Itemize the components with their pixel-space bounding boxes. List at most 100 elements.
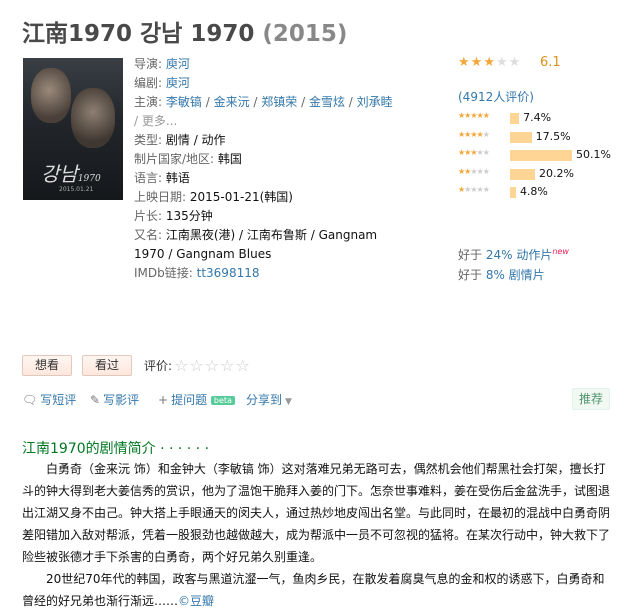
writer-row: 编剧: 庾河 xyxy=(134,74,394,93)
rating-percent: 4.8% xyxy=(519,185,548,198)
rate-star-icon[interactable]: ☆ xyxy=(205,357,219,374)
director-label: 导演: xyxy=(134,57,163,71)
country-label: 制片国家/地区: xyxy=(134,152,215,166)
rating-stars: ★ ★ ★ ★ ★ xyxy=(458,55,520,71)
rating-panel: ★ ★ ★ ★ ★ 6.1 (4912人评价) ★★★★★ 7.4% ★★★★★ 17.5% ★… xyxy=(458,55,618,198)
release-label: 上映日期: xyxy=(134,190,187,204)
director-row: 导演: 庾河 xyxy=(134,55,394,74)
better-than-row: 好于 24% 动作片new xyxy=(458,242,569,265)
caret-down-icon: ▼ xyxy=(285,397,292,407)
rating-star-icon: ★ xyxy=(483,55,495,70)
action-toolbar: 🗨 写短评 ✎ 写影评 + 提问题 beta 分享到 ▼ 推荐 xyxy=(22,388,612,410)
release-value: 2015-01-21(韩国) xyxy=(189,190,293,204)
movie-year: (2015) xyxy=(262,21,348,47)
rating-star-icon: ★ xyxy=(470,55,483,70)
language-value: 韩语 xyxy=(165,171,190,185)
rating-bar xyxy=(510,131,532,143)
better-than-link[interactable]: 8% 剧情片 xyxy=(486,268,545,282)
cast-separator: / xyxy=(201,95,214,109)
cast-more-row: / 更多... xyxy=(134,112,394,131)
rate-star-icon[interactable]: ☆ xyxy=(189,357,203,374)
writer-label: 编剧: xyxy=(134,76,163,90)
mini-stars-icon: ★★★★★ xyxy=(458,166,490,176)
rating-score: 6.1 xyxy=(540,55,561,70)
rating-bar xyxy=(510,168,535,180)
rating-star-icon: ★ xyxy=(495,55,508,70)
movie-poster[interactable]: 강남1970 2015.01.21 xyxy=(23,58,123,200)
synopsis-paragraph: 20世纪70年代的韩国，政客与黑道沆瀣一气，鱼肉乡民，在散发着腐臭气息的金和权的… xyxy=(22,572,605,608)
rate-star-icon[interactable]: ☆ xyxy=(220,357,234,374)
imdb-link[interactable]: tt3698118 xyxy=(197,266,260,280)
better-than-link[interactable]: 24% 动作片 xyxy=(486,248,553,262)
beta-badge: beta xyxy=(210,396,235,405)
cast-link[interactable]: 郑镇荣 xyxy=(261,95,297,109)
rating-percent: 50.1% xyxy=(576,148,611,161)
write-short-review-link[interactable]: 🗨 写短评 xyxy=(22,391,76,408)
genre-value: 剧情 / 动作 xyxy=(165,133,226,147)
cast-row: 主演: 李敏镐 / 金来沅 / 郑镇荣 / 金雪炫 / 刘承睦 xyxy=(134,93,394,112)
better-than: 好于 24% 动作片new 好于 8% 剧情片 xyxy=(458,242,569,285)
cast-separator: / xyxy=(344,95,357,109)
user-rating-stars: ☆ ☆ ☆ ☆ ☆ xyxy=(174,357,251,374)
share-dropdown[interactable]: 分享到 ▼ xyxy=(246,391,292,408)
rating-star-icon: ★ xyxy=(458,55,470,70)
better-than-row: 好于 8% 剧情片 xyxy=(458,265,569,285)
movie-title: 江南1970 강남 1970 xyxy=(22,21,255,47)
cast-more-link[interactable]: / 更多... xyxy=(134,114,177,128)
page-title: 江南1970 강남 1970 (2015) xyxy=(22,14,347,48)
director-link[interactable]: 庾河 xyxy=(166,57,190,71)
ask-question-link[interactable]: + 提问题 beta xyxy=(158,391,235,408)
runtime-label: 片长: xyxy=(134,209,163,223)
aka-value: 江南黑夜(港) / 江南布鲁斯 / Gangnam 1970 / Gangnam… xyxy=(134,228,378,261)
new-badge: new xyxy=(552,247,569,256)
synopsis-paragraph: 白勇奇（金来沅 饰）和金钟大（李敏镐 饰）这对落难兄弟无路可去，偶然机会他们帮黑… xyxy=(22,462,611,564)
rating-count-link[interactable]: (4912人评价) xyxy=(458,88,534,105)
imdb-label: IMDb链接: xyxy=(134,266,193,280)
cast-link[interactable]: 金来沅 xyxy=(214,95,250,109)
rating-bar xyxy=(510,187,516,198)
cast-separator: / xyxy=(249,95,262,109)
plus-icon: + xyxy=(158,393,169,407)
rate-label: 评价: xyxy=(144,359,173,373)
country-row: 制片国家/地区: 韩国 xyxy=(134,150,394,169)
cast-link[interactable]: 刘承睦 xyxy=(357,95,393,109)
cast-link[interactable]: 金雪炫 xyxy=(309,95,345,109)
poster-title-text: 강남1970 xyxy=(41,162,101,186)
genre-row: 类型: 剧情 / 动作 xyxy=(134,131,394,150)
poster-date: 2015.01.21 xyxy=(59,186,94,193)
movie-info: 导演: 庾河 编剧: 庾河 主演: 李敏镐 / 金来沅 / 郑镇荣 / 金雪炫 … xyxy=(134,55,394,283)
speech-bubble-icon: 🗨 xyxy=(22,393,38,407)
watched-button[interactable]: 看过 xyxy=(82,355,133,376)
synopsis-heading: 江南1970的剧情简介 · · · · · · xyxy=(22,438,209,458)
rating-star-icon: ★ xyxy=(508,55,521,70)
writer-link[interactable]: 庾河 xyxy=(166,76,190,90)
cast-link[interactable]: 李敏镐 xyxy=(166,95,202,109)
poster-figure-2 xyxy=(71,88,115,148)
want-to-watch-button[interactable]: 想看 xyxy=(22,355,73,376)
rating-bar xyxy=(510,113,520,124)
user-actions: 想看 看过 评价: ☆ ☆ ☆ ☆ ☆ xyxy=(22,355,251,376)
cast-label: 主演: xyxy=(134,95,163,109)
better-than-prefix: 好于 xyxy=(458,268,486,282)
runtime-value: 135分钟 xyxy=(165,209,213,223)
rating-bar xyxy=(510,150,572,161)
rate-star-icon[interactable]: ☆ xyxy=(235,357,249,374)
synopsis-body: 白勇奇（金来沅 饰）和金钟大（李敏镐 饰）这对落难兄弟无路可去，偶然机会他们帮黑… xyxy=(22,458,612,611)
recommend-button[interactable]: 推荐 xyxy=(572,388,611,410)
douban-source-link[interactable]: ©豆瓣 xyxy=(178,594,214,608)
poster-figure-1 xyxy=(31,68,71,123)
aka-row: 又名: 江南黑夜(港) / 江南布鲁斯 / Gangnam 1970 / Gan… xyxy=(134,226,394,264)
country-value: 韩国 xyxy=(217,152,242,166)
cast-separator: / xyxy=(297,95,309,109)
mini-stars-icon: ★★★★★ xyxy=(458,148,490,157)
synopsis-title: 江南1970的剧情简介 · · · · · · xyxy=(22,441,210,457)
release-row: 上映日期: 2015-01-21(韩国) xyxy=(134,188,394,207)
rating-percent: 7.4% xyxy=(523,111,552,124)
runtime-row: 片长: 135分钟 xyxy=(134,207,394,226)
rate-star-icon[interactable]: ☆ xyxy=(174,357,188,374)
write-review-link[interactable]: ✎ 写影评 xyxy=(90,391,139,408)
pencil-icon: ✎ xyxy=(90,393,101,407)
aka-label: 又名: xyxy=(134,228,163,242)
mini-stars-icon: ★★★★★ xyxy=(458,111,490,120)
mini-stars-icon: ★★★★★ xyxy=(458,185,490,194)
